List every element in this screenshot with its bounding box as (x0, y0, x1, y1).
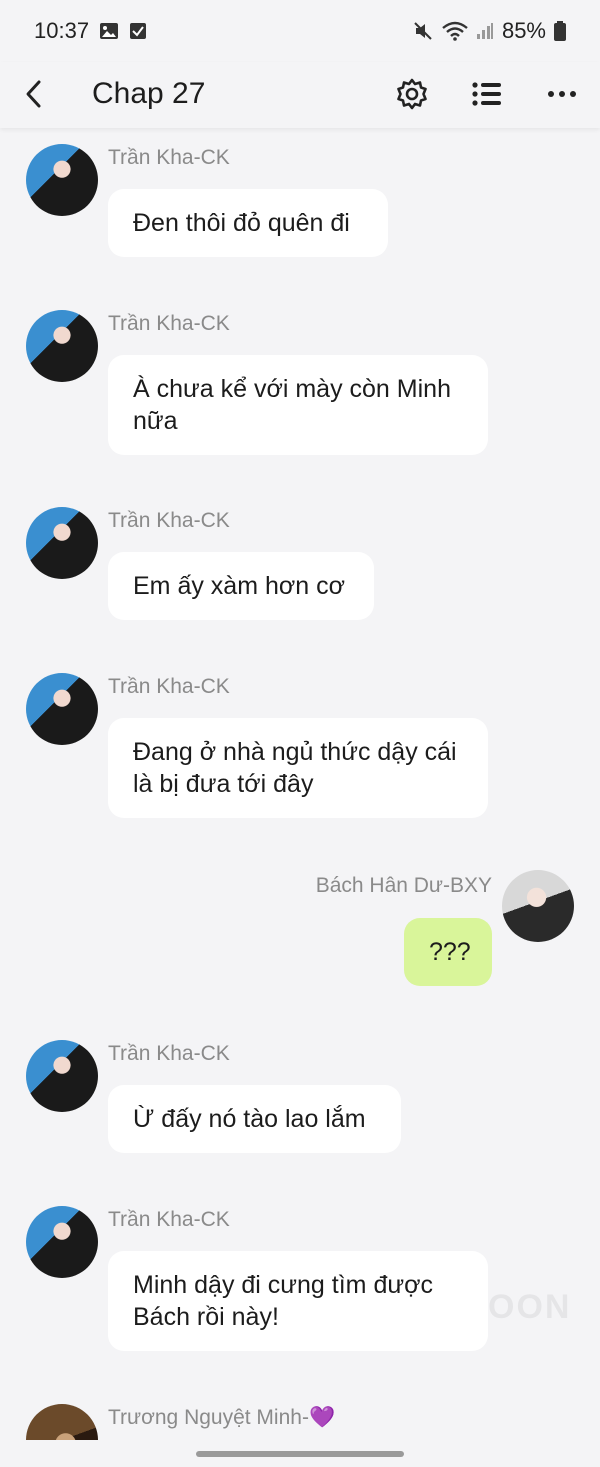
more-options-button[interactable] (538, 70, 586, 118)
message-bubble: À chưa kể với mày còn Minh nữa (108, 355, 488, 455)
list-icon (472, 82, 501, 106)
status-left: 10:37 (34, 18, 147, 44)
avatar[interactable] (26, 1404, 98, 1440)
avatar[interactable] (26, 1206, 98, 1278)
chapter-list-button[interactable] (463, 70, 511, 118)
avatar[interactable] (26, 310, 98, 382)
gear-icon (397, 78, 427, 110)
avatar[interactable] (26, 144, 98, 216)
sender-name: Trần Kha-CK (108, 312, 230, 335)
chat-area[interactable]: Trần Kha-CK Đen thôi đỏ quên đi Trần Kha… (0, 128, 600, 1440)
avatar[interactable] (26, 673, 98, 745)
message-bubble: Đang ở nhà ngủ thức dậy cái là bị đưa tớ… (108, 718, 488, 818)
watermark: OON (488, 1288, 572, 1326)
wifi-icon (442, 21, 468, 41)
avatar[interactable] (26, 507, 98, 579)
back-arrow-icon (26, 80, 41, 108)
gallery-icon (99, 22, 119, 40)
sender-name: Trần Kha-CK (108, 1042, 230, 1065)
sender-name: Trần Kha-CK (108, 675, 230, 698)
status-right: 85% (412, 18, 566, 44)
home-indicator[interactable] (196, 1451, 404, 1457)
more-dots-icon (548, 91, 576, 97)
sender-name: Trương Nguyệt Minh-💜 (108, 1406, 336, 1429)
sender-name: Trần Kha-CK (108, 1208, 230, 1231)
message-bubble: ??? (404, 918, 492, 986)
battery-icon (554, 21, 566, 41)
status-bar: 10:37 85% (0, 0, 600, 62)
sender-name: Trần Kha-CK (108, 146, 230, 169)
app-header: Chap 27 (0, 62, 600, 128)
sender-name: Trần Kha-CK (108, 509, 230, 532)
settings-button[interactable] (388, 70, 436, 118)
avatar[interactable] (26, 1040, 98, 1112)
battery-percent: 85% (501, 18, 546, 43)
message-bubble: Minh dậy đi cưng tìm được Bách rồi này! (108, 1251, 488, 1351)
sender-name: Bách Hân Dư-BXY (315, 874, 492, 897)
message-bubble: Em ấy xàm hơn cơ (108, 552, 374, 620)
checkbox-icon (129, 22, 147, 40)
back-button[interactable] (14, 74, 54, 114)
status-time: 10:37 (34, 18, 90, 43)
page-title: Chap 27 (92, 77, 206, 110)
message-bubble: Ừ đấy nó tào lao lắm (108, 1085, 401, 1153)
avatar[interactable] (502, 870, 574, 942)
message-bubble: Đen thôi đỏ quên đi (108, 189, 388, 257)
signal-icon (476, 22, 494, 40)
mute-icon (412, 20, 434, 42)
